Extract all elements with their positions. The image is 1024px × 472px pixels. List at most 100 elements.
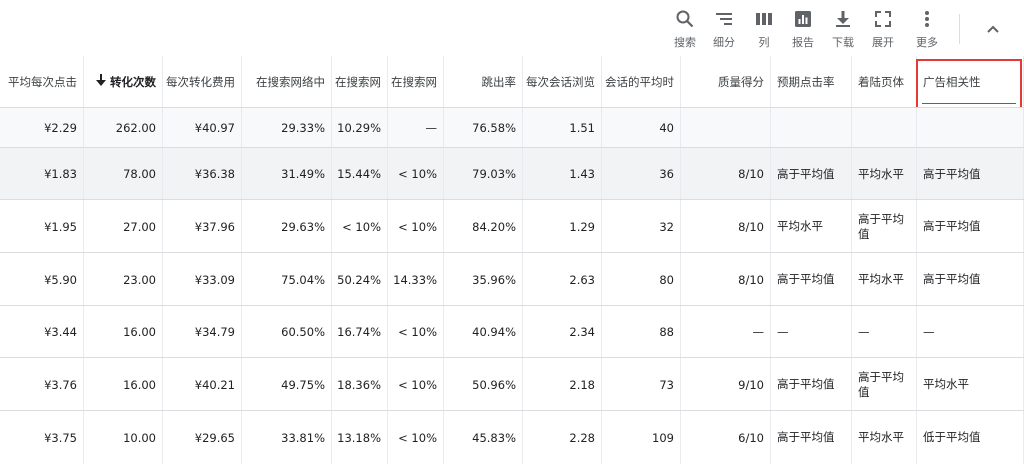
- cell-value: 高于平均值: [777, 166, 835, 181]
- table-cell: 10.29%: [332, 108, 388, 148]
- table-cell: [681, 108, 771, 148]
- cell-value: ¥37.96: [194, 219, 235, 234]
- table-cell: 109: [602, 411, 681, 464]
- table-cell: ¥5.90: [0, 253, 84, 306]
- cell-value: < 10%: [398, 167, 437, 181]
- table-toolbar: 搜索 细分 列 报告 下载 展开 更多: [0, 0, 1024, 56]
- table-cell: 29.63%: [242, 200, 332, 253]
- cell-value: ¥36.38: [194, 167, 235, 181]
- cell-value: —: [923, 324, 935, 339]
- columns-button[interactable]: 列: [750, 8, 778, 54]
- table-cell: 29.33%: [242, 108, 332, 148]
- table-cell: 平均水平: [917, 358, 1024, 411]
- more-button[interactable]: 更多: [913, 8, 941, 54]
- cell-value: 27.00: [123, 219, 156, 234]
- search-label: 搜索: [674, 36, 696, 49]
- cell-value: 高于平均值: [777, 272, 835, 286]
- cell-value: 32: [659, 219, 674, 234]
- table-row[interactable]: ¥3.44 16.00 ¥34.79 60.50% 16.74% < 10% 40.94% 2…: [0, 305, 1024, 358]
- cell-value: 平均水平: [858, 430, 904, 444]
- bar-chart-icon: [792, 8, 814, 30]
- table-cell: ¥33.09: [163, 253, 242, 306]
- table-cell: 2.34: [523, 306, 602, 358]
- table-row[interactable]: ¥3.76 16.00 ¥40.21 49.75% 18.36% < 10% 50.96% 2…: [0, 357, 1024, 411]
- cell-value: 6/10: [738, 430, 764, 445]
- table-cell: < 10%: [388, 148, 444, 200]
- table-cell: [917, 108, 1024, 148]
- cell-value: 低于平均值: [923, 430, 981, 444]
- table-row[interactable]: ¥5.90 23.00 ¥33.09 75.04% 50.24% 14.33% 35.96%…: [0, 252, 1024, 306]
- segment-label: 细分: [713, 36, 735, 49]
- table-cell: 40: [602, 108, 681, 148]
- table-cell: ¥40.21: [163, 358, 242, 411]
- chevron-up-icon: [987, 25, 999, 33]
- cell-value: 50.96%: [472, 377, 516, 392]
- cell-value: 10.00: [123, 430, 156, 445]
- table-cell: 32: [602, 200, 681, 253]
- segment-button[interactable]: 细分: [710, 8, 738, 54]
- table-cell: 27.00: [84, 200, 163, 253]
- table-cell: ¥29.65: [163, 411, 242, 464]
- cell-value: ¥33.09: [194, 272, 235, 287]
- column-header-pages-per-session[interactable]: 每次会话浏览: [523, 56, 602, 107]
- table-cell: 78.00: [84, 148, 163, 200]
- column-header-cost-per-conversion[interactable]: 每次转化费用: [163, 56, 242, 107]
- reports-button[interactable]: 报告: [789, 8, 817, 54]
- cell-value: 60.50%: [281, 325, 325, 339]
- table-cell: 平均水平: [852, 148, 917, 200]
- cell-value: 平均水平: [923, 377, 969, 391]
- search-button[interactable]: 搜索: [671, 8, 699, 54]
- column-header-avg-session-duration[interactable]: 会话的平均时: [602, 56, 681, 107]
- column-header-landing-page-experience[interactable]: 着陆页体: [852, 56, 917, 107]
- expand-button[interactable]: 展开: [869, 8, 897, 54]
- column-header-search-lost-is-rank[interactable]: 在搜索网: [332, 56, 388, 107]
- cell-value: 16.00: [123, 377, 156, 392]
- cell-value: ¥3.76: [44, 377, 77, 392]
- table-cell: < 10%: [388, 306, 444, 358]
- column-header-bounce-rate[interactable]: 跳出率: [444, 56, 523, 107]
- table-cell: 36: [602, 148, 681, 200]
- table-cell: ¥34.79: [163, 306, 242, 358]
- columns-icon: [753, 8, 775, 30]
- table-row[interactable]: ¥1.83 78.00 ¥36.38 31.49% 15.44% < 10% 79.03% 1…: [0, 147, 1024, 200]
- table-cell: 35.96%: [444, 253, 523, 306]
- column-header-avg-cpc[interactable]: 平均每次点击: [0, 56, 84, 107]
- cell-value: ¥3.44: [44, 325, 77, 339]
- cell-value: 88: [659, 325, 674, 339]
- cell-value: 高于平均值: [923, 272, 981, 286]
- column-header-search-lost-is-budget[interactable]: 在搜索网: [388, 56, 444, 107]
- table-cell: 高于平均值: [852, 358, 917, 411]
- table-cell: [771, 108, 852, 148]
- table-cell: 50.24%: [332, 253, 388, 306]
- table-cell: —: [917, 306, 1024, 358]
- download-button[interactable]: 下载: [829, 8, 857, 54]
- column-header-conversions[interactable]: 转化次数: [84, 56, 163, 107]
- table-total-row[interactable]: ¥2.29 262.00 ¥40.97 29.33% 10.29% — 76.58% 1.51…: [0, 107, 1024, 148]
- table-row[interactable]: ¥1.95 27.00 ¥37.96 29.63% < 10% < 10% 84.20% 1.…: [0, 199, 1024, 253]
- column-header-search-impr-share[interactable]: 在搜索网络中: [242, 56, 332, 107]
- collapse-toolbar-button[interactable]: [982, 18, 1004, 40]
- table-header-row: 平均每次点击 转化次数 每次转化费用 在搜索网络中 在搜索网 在搜索网 跳出率 …: [0, 56, 1024, 107]
- expand-label: 展开: [872, 36, 894, 49]
- search-icon: [674, 8, 696, 30]
- more-vert-icon: [916, 8, 938, 30]
- cell-value: 84.20%: [472, 219, 516, 234]
- cell-value: 8/10: [738, 219, 764, 234]
- cell-value: 9/10: [738, 377, 764, 392]
- cell-value: ¥34.79: [194, 325, 235, 339]
- table-cell: 低于平均值: [917, 411, 1024, 464]
- table-cell: 平均水平: [852, 411, 917, 464]
- cell-value: 10.29%: [337, 121, 381, 135]
- table-cell: 8/10: [681, 200, 771, 253]
- cell-value: 35.96%: [472, 272, 516, 287]
- table-cell: ¥3.75: [0, 411, 84, 464]
- column-header-quality-score[interactable]: 质量得分: [681, 56, 771, 107]
- table-cell: 80: [602, 253, 681, 306]
- table-row[interactable]: ¥3.75 10.00 ¥29.65 33.81% 13.18% < 10% 45.83% 2…: [0, 410, 1024, 464]
- table-cell: ¥3.76: [0, 358, 84, 411]
- cell-value: ¥29.65: [194, 430, 235, 445]
- cell-value: 高于平均值: [858, 369, 904, 399]
- column-header-expected-ctr[interactable]: 预期点击率: [771, 56, 852, 107]
- cell-value: 平均水平: [777, 219, 823, 233]
- table-cell: 1.29: [523, 200, 602, 253]
